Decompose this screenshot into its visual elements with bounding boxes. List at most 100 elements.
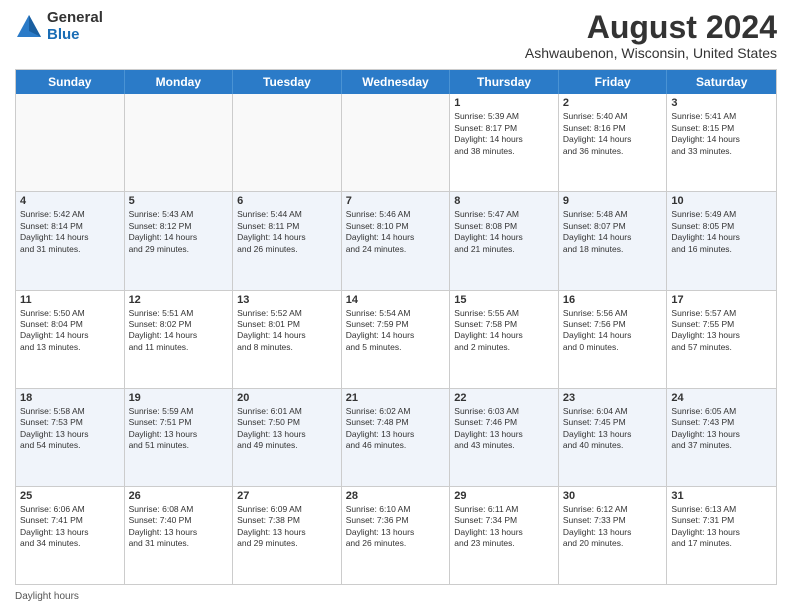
- cell-line: Sunrise: 6:08 AM: [129, 504, 229, 515]
- cell-line: Sunset: 7:46 PM: [454, 417, 554, 428]
- cell-line: Daylight: 13 hours: [671, 330, 772, 341]
- cell-line: Daylight: 13 hours: [20, 527, 120, 538]
- cell-line: Sunset: 8:15 PM: [671, 123, 772, 134]
- logo-blue-text: Blue: [47, 27, 103, 44]
- cell-line: Sunset: 7:53 PM: [20, 417, 120, 428]
- day-number: 27: [237, 490, 337, 502]
- cell-line: Daylight: 14 hours: [671, 232, 772, 243]
- cell-line: and 26 minutes.: [237, 244, 337, 255]
- cell-line: and 23 minutes.: [454, 538, 554, 549]
- cell-line: Sunset: 7:40 PM: [129, 515, 229, 526]
- cal-cell: 25Sunrise: 6:06 AMSunset: 7:41 PMDayligh…: [16, 487, 125, 584]
- cell-line: Sunrise: 5:51 AM: [129, 308, 229, 319]
- day-number: 26: [129, 490, 229, 502]
- cell-line: and 38 minutes.: [454, 146, 554, 157]
- cell-line: Sunrise: 6:03 AM: [454, 406, 554, 417]
- cell-line: Sunrise: 6:11 AM: [454, 504, 554, 515]
- cell-line: Daylight: 14 hours: [454, 134, 554, 145]
- cal-cell: [233, 94, 342, 191]
- cell-line: Sunrise: 5:55 AM: [454, 308, 554, 319]
- cal-cell: 14 Sunrise: 5:54 AMSunset: 7:59 PMDayligh…: [342, 291, 451, 388]
- cell-line: Sunset: 7:59 PM: [346, 319, 446, 330]
- cal-cell: 2Sunrise: 5:40 AMSunset: 8:16 PMDaylight…: [559, 94, 668, 191]
- calendar-body: 1Sunrise: 5:39 AMSunset: 8:17 PMDaylight…: [16, 94, 776, 584]
- cell-line: and 46 minutes.: [346, 440, 446, 451]
- day-number: 28: [346, 490, 446, 502]
- cell-line: and 43 minutes.: [454, 440, 554, 451]
- cell-line: Daylight: 14 hours: [20, 232, 120, 243]
- cell-line: and 24 minutes.: [346, 244, 446, 255]
- cell-line: Sunrise: 5:52 AM: [237, 308, 337, 319]
- cal-cell: 30Sunrise: 6:12 AMSunset: 7:33 PMDayligh…: [559, 487, 668, 584]
- cell-line: Sunrise: 5:54 AM: [346, 308, 446, 319]
- cal-header-wednesday: Wednesday: [342, 70, 451, 94]
- cal-cell: 20Sunrise: 6:01 AMSunset: 7:50 PMDayligh…: [233, 389, 342, 486]
- day-number: 31: [671, 490, 772, 502]
- cell-line: and 18 minutes.: [563, 244, 663, 255]
- cell-line: Sunset: 7:45 PM: [563, 417, 663, 428]
- cell-line: Sunset: 7:33 PM: [563, 515, 663, 526]
- calendar: SundayMondayTuesdayWednesdayThursdayFrid…: [15, 69, 777, 585]
- day-number: 16: [563, 294, 663, 306]
- cal-header-sunday: Sunday: [16, 70, 125, 94]
- day-number: 5: [129, 195, 229, 207]
- cal-cell: 6Sunrise: 5:44 AMSunset: 8:11 PMDaylight…: [233, 192, 342, 289]
- cell-line: Daylight: 14 hours: [346, 232, 446, 243]
- day-number: 14: [346, 294, 446, 306]
- cell-line: Sunset: 8:02 PM: [129, 319, 229, 330]
- cal-cell: 24Sunrise: 6:05 AMSunset: 7:43 PMDayligh…: [667, 389, 776, 486]
- cal-week-4: 18Sunrise: 5:58 AMSunset: 7:53 PMDayligh…: [16, 389, 776, 487]
- cell-line: Sunset: 7:41 PM: [20, 515, 120, 526]
- cal-cell: 16Sunrise: 5:56 AMSunset: 7:56 PMDayligh…: [559, 291, 668, 388]
- cell-line: Sunrise: 5:49 AM: [671, 209, 772, 220]
- cell-line: Sunrise: 5:39 AM: [454, 111, 554, 122]
- cell-line: Sunrise: 6:06 AM: [20, 504, 120, 515]
- cell-line: and 8 minutes.: [237, 342, 337, 353]
- cell-line: and 31 minutes.: [129, 538, 229, 549]
- cal-cell: 15Sunrise: 5:55 AMSunset: 7:58 PMDayligh…: [450, 291, 559, 388]
- cell-line: Daylight: 14 hours: [346, 330, 446, 341]
- cal-cell: 27Sunrise: 6:09 AMSunset: 7:38 PMDayligh…: [233, 487, 342, 584]
- cell-line: and 40 minutes.: [563, 440, 663, 451]
- cell-line: and 20 minutes.: [563, 538, 663, 549]
- day-number: 15: [454, 294, 554, 306]
- cell-line: and 49 minutes.: [237, 440, 337, 451]
- cell-line: Daylight: 13 hours: [346, 527, 446, 538]
- cell-line: Daylight: 14 hours: [237, 232, 337, 243]
- cell-line: Sunrise: 5:46 AM: [346, 209, 446, 220]
- cal-header-thursday: Thursday: [450, 70, 559, 94]
- cal-cell: 12Sunrise: 5:51 AMSunset: 8:02 PMDayligh…: [125, 291, 234, 388]
- cal-header-monday: Monday: [125, 70, 234, 94]
- cell-line: Sunset: 8:14 PM: [20, 221, 120, 232]
- day-number: 11: [20, 294, 120, 306]
- cell-line: Sunset: 7:51 PM: [129, 417, 229, 428]
- cal-cell: 13Sunrise: 5:52 AMSunset: 8:01 PMDayligh…: [233, 291, 342, 388]
- cell-line: and 29 minutes.: [129, 244, 229, 255]
- cell-line: and 33 minutes.: [671, 146, 772, 157]
- cell-line: and 17 minutes.: [671, 538, 772, 549]
- day-number: 19: [129, 392, 229, 404]
- cell-line: Sunrise: 5:40 AM: [563, 111, 663, 122]
- main-title: August 2024: [525, 10, 777, 45]
- cell-line: Daylight: 14 hours: [454, 330, 554, 341]
- day-number: 17: [671, 294, 772, 306]
- cell-line: Daylight: 14 hours: [454, 232, 554, 243]
- cell-line: Sunset: 8:08 PM: [454, 221, 554, 232]
- cell-line: Daylight: 14 hours: [563, 330, 663, 341]
- cell-line: Daylight: 13 hours: [454, 527, 554, 538]
- cell-line: Sunset: 7:34 PM: [454, 515, 554, 526]
- cell-line: Sunrise: 6:13 AM: [671, 504, 772, 515]
- cal-cell: 31Sunrise: 6:13 AMSunset: 7:31 PMDayligh…: [667, 487, 776, 584]
- cell-line: Sunset: 7:43 PM: [671, 417, 772, 428]
- cell-line: Sunrise: 5:58 AM: [20, 406, 120, 417]
- cell-line: Daylight: 14 hours: [563, 232, 663, 243]
- cell-line: and 16 minutes.: [671, 244, 772, 255]
- cal-week-5: 25Sunrise: 6:06 AMSunset: 7:41 PMDayligh…: [16, 487, 776, 584]
- cell-line: Sunrise: 5:43 AM: [129, 209, 229, 220]
- footer: Daylight hours: [15, 591, 777, 602]
- day-number: 12: [129, 294, 229, 306]
- cal-cell: [125, 94, 234, 191]
- cell-line: Sunrise: 6:09 AM: [237, 504, 337, 515]
- day-number: 6: [237, 195, 337, 207]
- cal-cell: 26Sunrise: 6:08 AMSunset: 7:40 PMDayligh…: [125, 487, 234, 584]
